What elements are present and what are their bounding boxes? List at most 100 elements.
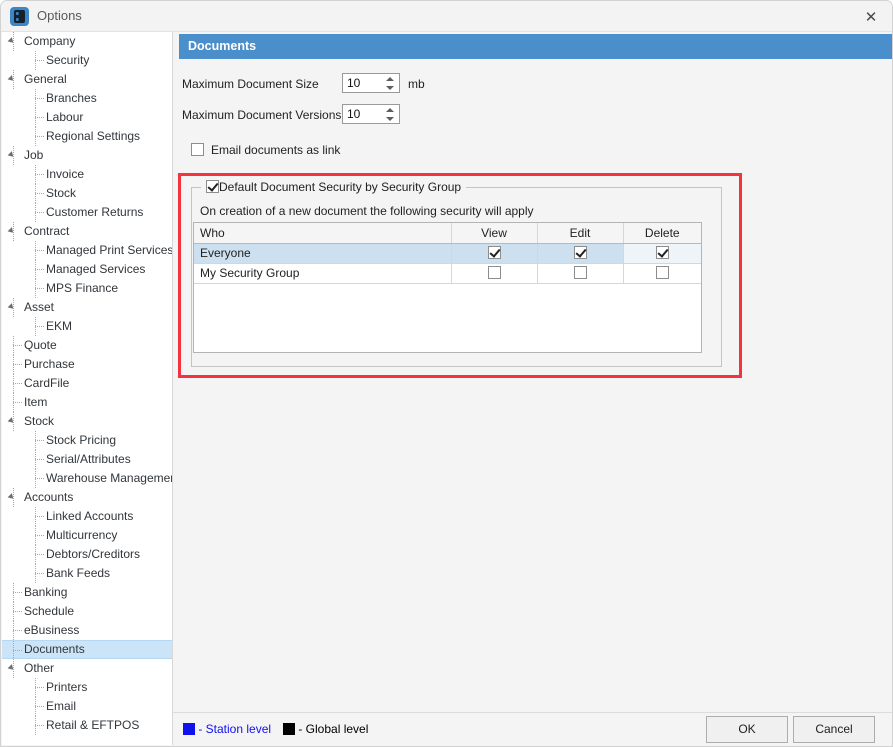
- sidebar-item-invoice[interactable]: Invoice: [2, 165, 172, 184]
- tree-connector: [35, 697, 37, 716]
- max-document-versions-stepper[interactable]: 10: [342, 104, 400, 124]
- sidebar-item-documents[interactable]: Documents: [2, 640, 172, 659]
- sidebar-item-regional-settings[interactable]: Regional Settings: [2, 127, 172, 146]
- sidebar-item-item[interactable]: Item: [2, 393, 172, 412]
- stepper-arrows-icon[interactable]: [386, 75, 395, 92]
- sidebar-item-job[interactable]: Job: [2, 146, 172, 165]
- sidebar-item-bank-feeds[interactable]: Bank Feeds: [2, 564, 172, 583]
- sidebar-item-serial-attributes[interactable]: Serial/Attributes: [2, 450, 172, 469]
- cancel-button[interactable]: Cancel: [793, 716, 875, 743]
- sidebar-item-email[interactable]: Email: [2, 697, 172, 716]
- cell-who: My Security Group: [194, 263, 451, 283]
- tree-connector: [13, 621, 15, 640]
- sidebar-item-label: Debtors/Creditors: [46, 547, 140, 561]
- column-header-edit[interactable]: Edit: [537, 223, 623, 243]
- sidebar-item-mps-finance[interactable]: MPS Finance: [2, 279, 172, 298]
- title-bar: Options ✕: [1, 1, 893, 32]
- sidebar-item-ekm[interactable]: EKM: [2, 317, 172, 336]
- tree-connector: [13, 355, 15, 374]
- sidebar-item-customer-returns[interactable]: Customer Returns: [2, 203, 172, 222]
- tree-connector: [13, 488, 15, 507]
- tree-connector: [35, 469, 37, 488]
- column-header-who[interactable]: Who: [194, 223, 451, 243]
- sidebar-item-multicurrency[interactable]: Multicurrency: [2, 526, 172, 545]
- sidebar-item-label: Branches: [46, 91, 97, 105]
- default-document-security-label: Default Document Security by Security Gr…: [219, 180, 461, 194]
- sidebar-item-stock[interactable]: Stock: [2, 184, 172, 203]
- table-header-row: Who View Edit Delete: [194, 223, 701, 243]
- tree-connector: [13, 393, 15, 412]
- security-grid[interactable]: Who View Edit Delete EveryoneMy Security…: [193, 222, 702, 353]
- footer-divider: [173, 712, 893, 713]
- sidebar-item-purchase[interactable]: Purchase: [2, 355, 172, 374]
- checkbox-box-icon[interactable]: [488, 246, 501, 259]
- cell-edit[interactable]: [537, 263, 623, 283]
- sidebar-item-retail-eftpos[interactable]: Retail & EFTPOS: [2, 716, 172, 735]
- sidebar-item-general[interactable]: General: [2, 70, 172, 89]
- sidebar-item-warehouse-management[interactable]: Warehouse Management: [2, 469, 172, 488]
- sidebar-item-label: General: [24, 72, 67, 86]
- checkbox-box-icon[interactable]: [656, 246, 669, 259]
- sidebar-item-security[interactable]: Security: [2, 51, 172, 70]
- checkbox-box-icon[interactable]: [574, 266, 587, 279]
- sidebar-item-asset[interactable]: Asset: [2, 298, 172, 317]
- stepper-arrows-icon[interactable]: [386, 106, 395, 123]
- tree-connector: [35, 564, 37, 583]
- default-document-security-checkbox[interactable]: Default Document Security by Security Gr…: [201, 180, 466, 194]
- sidebar-item-schedule[interactable]: Schedule: [2, 602, 172, 621]
- sidebar-item-label: Banking: [24, 585, 67, 599]
- sidebar-item-company[interactable]: Company: [2, 32, 172, 51]
- sidebar-item-managed-services[interactable]: Managed Services: [2, 260, 172, 279]
- tree-connector: [35, 51, 37, 70]
- max-document-size-stepper[interactable]: 10: [342, 73, 400, 93]
- sidebar-item-labour[interactable]: Labour: [2, 108, 172, 127]
- window-title: Options: [37, 8, 82, 23]
- sidebar-item-printers[interactable]: Printers: [2, 678, 172, 697]
- sidebar-item-cardfile[interactable]: CardFile: [2, 374, 172, 393]
- tree-connector: [35, 127, 37, 146]
- column-header-delete[interactable]: Delete: [623, 223, 701, 243]
- legend-station-level: - Station level: [183, 722, 271, 736]
- email-documents-as-link-checkbox[interactable]: Email documents as link: [191, 143, 340, 157]
- sidebar-item-ebusiness[interactable]: eBusiness: [2, 621, 172, 640]
- close-icon[interactable]: ✕: [848, 1, 893, 32]
- ok-button[interactable]: OK: [706, 716, 788, 743]
- checkbox-box-icon[interactable]: [488, 266, 501, 279]
- sidebar-item-label: Other: [24, 661, 54, 675]
- cell-delete[interactable]: [623, 263, 701, 283]
- sidebar-item-contract[interactable]: Contract: [2, 222, 172, 241]
- tree-connector: [13, 298, 15, 317]
- cell-view[interactable]: [451, 243, 537, 263]
- options-app-icon: [10, 7, 29, 26]
- sidebar-item-quote[interactable]: Quote: [2, 336, 172, 355]
- table-row[interactable]: Everyone: [194, 243, 701, 263]
- sidebar-item-stock-pricing[interactable]: Stock Pricing: [2, 431, 172, 450]
- settings-tree[interactable]: Company Security General Branches LabourRegi…: [2, 32, 173, 745]
- sidebar-item-label: Security: [46, 53, 89, 67]
- tree-connector: [35, 108, 37, 127]
- options-window: Options ✕ Company Security General Branches…: [0, 0, 893, 747]
- sidebar-item-stock[interactable]: Stock: [2, 412, 172, 431]
- sidebar-item-label: Bank Feeds: [46, 566, 110, 580]
- tree-connector: [35, 203, 37, 222]
- tree-connector: [35, 241, 37, 260]
- sidebar-item-banking[interactable]: Banking: [2, 583, 172, 602]
- sidebar-item-linked-accounts[interactable]: Linked Accounts: [2, 507, 172, 526]
- email-documents-as-link-label: Email documents as link: [211, 143, 340, 157]
- sidebar-item-other[interactable]: Other: [2, 659, 172, 678]
- cell-view[interactable]: [451, 263, 537, 283]
- column-header-view[interactable]: View: [451, 223, 537, 243]
- tree-connector: [35, 507, 37, 526]
- sidebar-item-managed-print-services[interactable]: Managed Print Services: [2, 241, 172, 260]
- table-row[interactable]: My Security Group: [194, 263, 701, 283]
- checkbox-box-icon[interactable]: [656, 266, 669, 279]
- cell-delete[interactable]: [623, 243, 701, 263]
- checkbox-box-icon: [191, 143, 204, 156]
- sidebar-item-accounts[interactable]: Accounts: [2, 488, 172, 507]
- sidebar-item-label: EKM: [46, 319, 72, 333]
- sidebar-item-debtors-creditors[interactable]: Debtors/Creditors: [2, 545, 172, 564]
- sidebar-item-branches[interactable]: Branches: [2, 89, 172, 108]
- sidebar-item-label: Linked Accounts: [46, 509, 133, 523]
- checkbox-box-icon[interactable]: [574, 246, 587, 259]
- cell-edit[interactable]: [537, 243, 623, 263]
